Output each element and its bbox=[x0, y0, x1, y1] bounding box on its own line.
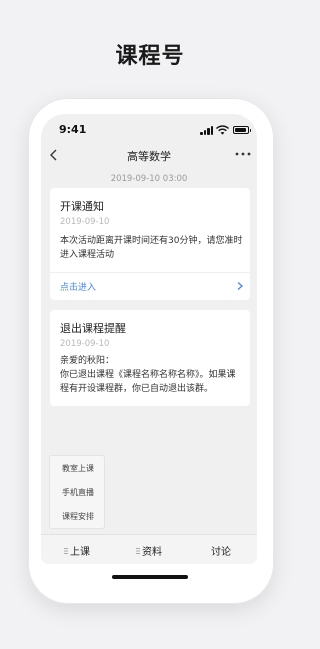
card-title: 退出课程提醒 bbox=[60, 322, 126, 335]
chevron-right-icon[interactable] bbox=[236, 281, 244, 291]
tab-label: 讨论 bbox=[211, 547, 231, 558]
card-date: 2019-09-10 bbox=[60, 217, 110, 227]
divider bbox=[50, 272, 250, 273]
card-body: 你已退出课程《课程名称名称名称》。如果课程有开设课程群，你已自动退出该群。 bbox=[60, 370, 236, 394]
more-horizontal-icon[interactable] bbox=[233, 148, 253, 160]
menu-icon bbox=[64, 548, 68, 554]
menu-item-live[interactable]: 手机直播 bbox=[50, 487, 106, 498]
menu-item-schedule[interactable]: 课程安排 bbox=[50, 511, 106, 522]
battery-icon bbox=[233, 126, 251, 134]
phone-screen: 9:41 高等数学 2019-09-10 03:00 开课通知 2019-09-… bbox=[41, 114, 257, 564]
home-indicator bbox=[112, 575, 188, 579]
enter-link[interactable]: 点击进入 bbox=[60, 280, 96, 293]
tab-label: 上课 bbox=[70, 547, 90, 558]
course-exit-reminder-card: 退出课程提醒 2019-09-10 亲爱的秋阳： 你已退出课程《课程名称名称名称… bbox=[50, 310, 250, 406]
class-start-notice-card: 开课通知 2019-09-10 本次活动距离开课时间还有30分钟，请您准时进入课… bbox=[50, 188, 250, 300]
tab-materials[interactable]: 资料 bbox=[113, 543, 185, 558]
tab-label: 资料 bbox=[142, 547, 162, 558]
wifi-icon bbox=[216, 125, 229, 135]
menu-item-classroom[interactable]: 教室上课 bbox=[50, 463, 106, 474]
page-title: 高等数学 bbox=[127, 150, 171, 163]
tab-discussion[interactable]: 讨论 bbox=[185, 543, 257, 558]
class-mode-menu: 教室上课 手机直播 课程安排 bbox=[49, 455, 105, 529]
signal-icon bbox=[200, 126, 214, 135]
card-body: 本次活动距离开课时间还有30分钟，请您准时进入课程活动 bbox=[60, 236, 243, 260]
promo-title: 课程号 bbox=[115, 44, 185, 69]
menu-icon bbox=[136, 548, 140, 554]
card-title: 开课通知 bbox=[60, 200, 104, 213]
bottom-tab-bar: 上课 资料 讨论 bbox=[41, 534, 257, 564]
message-timestamp: 2019-09-10 03:00 bbox=[110, 174, 188, 184]
nav-bar: 高等数学 bbox=[41, 144, 257, 166]
tab-class[interactable]: 上课 bbox=[41, 543, 113, 558]
card-greeting: 亲爱的秋阳： bbox=[60, 356, 115, 366]
status-bar: 9:41 bbox=[41, 114, 257, 144]
card-date: 2019-09-10 bbox=[60, 339, 110, 349]
status-time: 9:41 bbox=[59, 123, 87, 136]
